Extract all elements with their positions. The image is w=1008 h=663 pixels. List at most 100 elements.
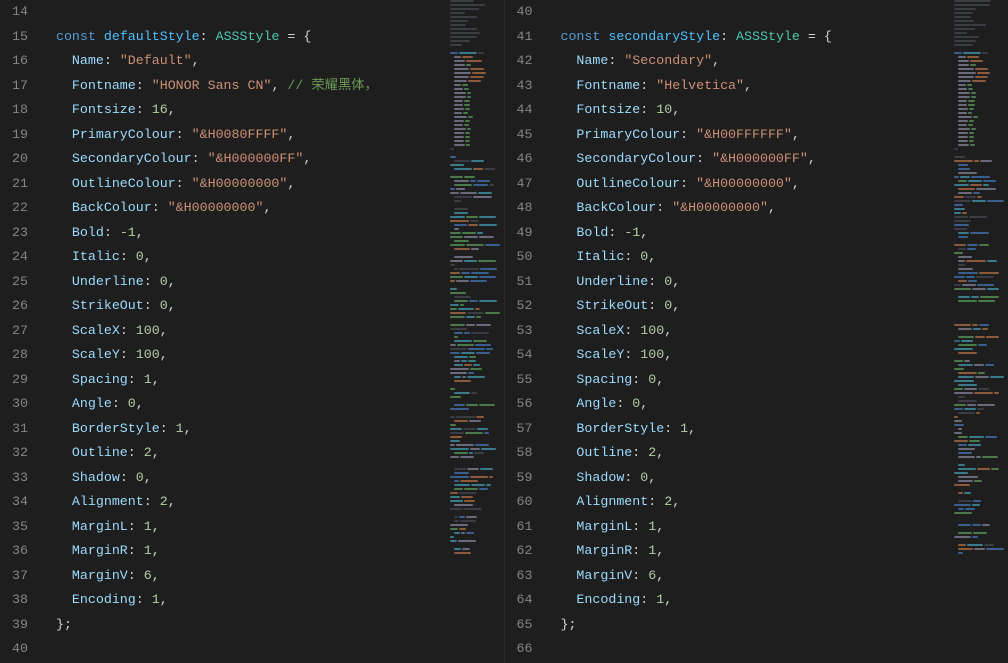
minimap[interactable] <box>446 0 504 663</box>
code-line[interactable]: ScaleY: 100, <box>545 343 1008 368</box>
line-number: 17 <box>0 74 28 99</box>
code-line[interactable]: PrimaryColour: "&H0080FFFF", <box>40 123 504 148</box>
code-line[interactable]: Bold: -1, <box>545 221 1008 246</box>
code-line[interactable]: Encoding: 1, <box>545 588 1008 613</box>
code-line[interactable]: StrikeOut: 0, <box>40 294 504 319</box>
line-number: 15 <box>0 25 28 50</box>
line-number: 35 <box>0 515 28 540</box>
code-line[interactable]: BorderStyle: 1, <box>40 417 504 442</box>
code-line[interactable]: Shadow: 0, <box>40 466 504 491</box>
line-number: 40 <box>0 637 28 662</box>
code-line[interactable]: StrikeOut: 0, <box>545 294 1008 319</box>
code-line[interactable]: Outline: 2, <box>40 441 504 466</box>
line-number: 53 <box>505 319 533 344</box>
line-number: 34 <box>0 490 28 515</box>
code-line[interactable] <box>40 0 504 25</box>
code-line[interactable]: MarginL: 1, <box>545 515 1008 540</box>
code-line[interactable]: Angle: 0, <box>545 392 1008 417</box>
line-number: 14 <box>0 0 28 25</box>
code-line[interactable]: MarginL: 1, <box>40 515 504 540</box>
line-number: 62 <box>505 539 533 564</box>
line-number: 60 <box>505 490 533 515</box>
code-line[interactable]: Name: "Default", <box>40 49 504 74</box>
code-line[interactable]: const defaultStyle: ASSStyle = { <box>40 25 504 50</box>
code-line[interactable]: OutlineColour: "&H00000000", <box>545 172 1008 197</box>
code-line[interactable]: BackColour: "&H00000000", <box>545 196 1008 221</box>
line-number: 25 <box>0 270 28 295</box>
code-line[interactable]: Spacing: 1, <box>40 368 504 393</box>
code-line[interactable]: MarginV: 6, <box>40 564 504 589</box>
code-line[interactable]: Fontsize: 16, <box>40 98 504 123</box>
code-line[interactable]: const secondaryStyle: ASSStyle = { <box>545 25 1008 50</box>
line-number: 42 <box>505 49 533 74</box>
code-line[interactable]: Alignment: 2, <box>40 490 504 515</box>
code-line[interactable]: BackColour: "&H00000000", <box>40 196 504 221</box>
code-line[interactable]: Angle: 0, <box>40 392 504 417</box>
code-line[interactable]: Underline: 0, <box>40 270 504 295</box>
line-number: 52 <box>505 294 533 319</box>
code-area[interactable]: const secondaryStyle: ASSStyle = { Name:… <box>545 0 1008 663</box>
code-line[interactable]: Name: "Secondary", <box>545 49 1008 74</box>
code-line[interactable]: }; <box>40 613 504 638</box>
code-line[interactable]: }; <box>545 613 1008 638</box>
code-line[interactable]: Underline: 0, <box>545 270 1008 295</box>
line-number: 20 <box>0 147 28 172</box>
code-line[interactable]: Fontname: "Helvetica", <box>545 74 1008 99</box>
line-number: 56 <box>505 392 533 417</box>
line-number: 30 <box>0 392 28 417</box>
line-number: 55 <box>505 368 533 393</box>
code-line[interactable]: MarginR: 1, <box>40 539 504 564</box>
code-line[interactable]: SecondaryColour: "&H000000FF", <box>40 147 504 172</box>
line-number: 22 <box>0 196 28 221</box>
code-line[interactable]: Spacing: 0, <box>545 368 1008 393</box>
minimap[interactable] <box>950 0 1008 663</box>
line-number: 38 <box>0 588 28 613</box>
code-line[interactable] <box>545 0 1008 25</box>
editor-pane-right[interactable]: 4041424344454647484950515253545556575859… <box>504 0 1008 663</box>
line-number: 29 <box>0 368 28 393</box>
code-line[interactable]: Italic: 0, <box>40 245 504 270</box>
line-number: 45 <box>505 123 533 148</box>
line-number: 41 <box>505 25 533 50</box>
code-line[interactable]: ScaleX: 100, <box>545 319 1008 344</box>
line-number: 26 <box>0 294 28 319</box>
code-line[interactable]: SecondaryColour: "&H000000FF", <box>545 147 1008 172</box>
line-gutter: 1415161718192021222324252627282930313233… <box>0 0 40 663</box>
editor-split: 1415161718192021222324252627282930313233… <box>0 0 1008 663</box>
line-number: 46 <box>505 147 533 172</box>
code-line[interactable]: Fontsize: 10, <box>545 98 1008 123</box>
code-line[interactable]: OutlineColour: "&H00000000", <box>40 172 504 197</box>
code-line[interactable] <box>40 637 504 662</box>
code-area[interactable]: const defaultStyle: ASSStyle = { Name: "… <box>40 0 504 663</box>
code-line[interactable]: MarginR: 1, <box>545 539 1008 564</box>
code-line[interactable]: Shadow: 0, <box>545 466 1008 491</box>
line-number: 24 <box>0 245 28 270</box>
line-number: 47 <box>505 172 533 197</box>
code-line[interactable]: BorderStyle: 1, <box>545 417 1008 442</box>
line-number: 16 <box>0 49 28 74</box>
code-line[interactable]: Italic: 0, <box>545 245 1008 270</box>
line-number: 33 <box>0 466 28 491</box>
code-line[interactable]: Bold: -1, <box>40 221 504 246</box>
code-line[interactable]: ScaleX: 100, <box>40 319 504 344</box>
line-number: 36 <box>0 539 28 564</box>
line-number: 64 <box>505 588 533 613</box>
line-number: 61 <box>505 515 533 540</box>
code-line[interactable]: MarginV: 6, <box>545 564 1008 589</box>
code-line[interactable]: Encoding: 1, <box>40 588 504 613</box>
line-number: 43 <box>505 74 533 99</box>
code-line[interactable]: Alignment: 2, <box>545 490 1008 515</box>
editor-pane-left[interactable]: 1415161718192021222324252627282930313233… <box>0 0 504 663</box>
line-number: 48 <box>505 196 533 221</box>
code-line[interactable]: ScaleY: 100, <box>40 343 504 368</box>
line-number: 51 <box>505 270 533 295</box>
line-number: 50 <box>505 245 533 270</box>
line-number: 28 <box>0 343 28 368</box>
code-line[interactable]: PrimaryColour: "&H00FFFFFF", <box>545 123 1008 148</box>
code-line[interactable]: Outline: 2, <box>545 441 1008 466</box>
code-line[interactable] <box>545 637 1008 662</box>
line-number: 59 <box>505 466 533 491</box>
code-line[interactable]: Fontname: "HONOR Sans CN", // 荣耀黑体， <box>40 74 504 99</box>
line-number: 54 <box>505 343 533 368</box>
line-number: 23 <box>0 221 28 246</box>
